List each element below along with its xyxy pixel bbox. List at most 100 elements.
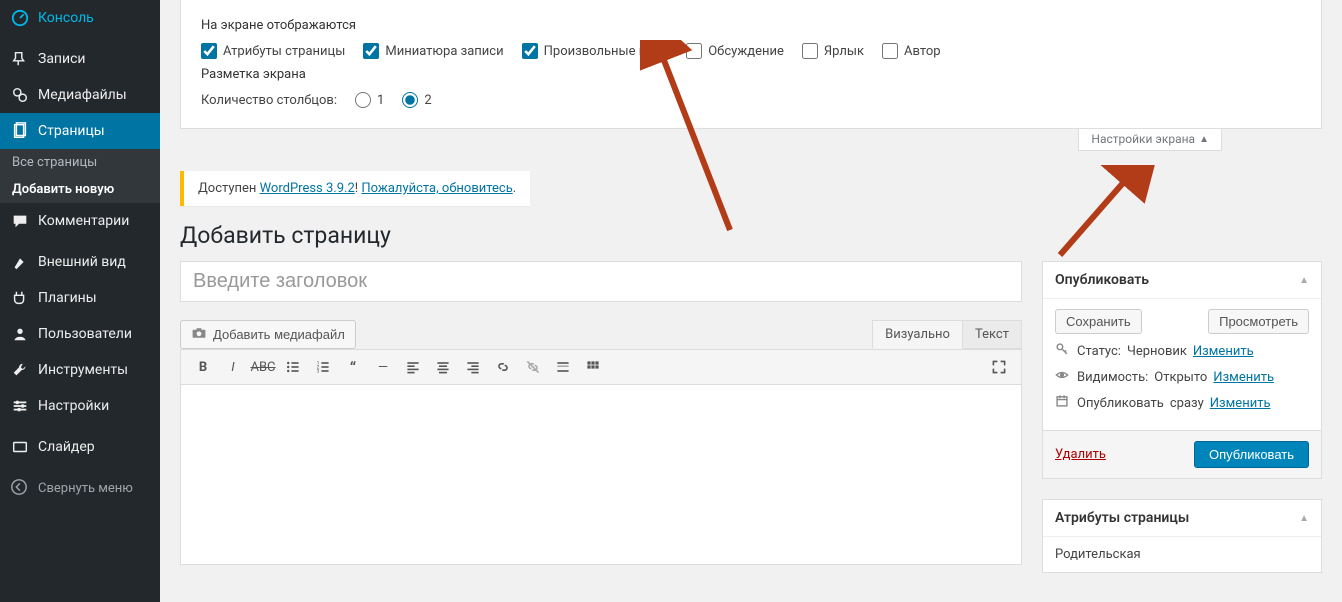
- screen-options-tab-label: Настройки экрана: [1091, 132, 1195, 146]
- content-area: На экране отображаются Атрибуты страницы…: [160, 0, 1342, 602]
- menu-label: Плагины: [38, 290, 97, 306]
- status-line: Статус: Черновик Изменить: [1055, 342, 1309, 360]
- chevron-up-icon: ▲: [1199, 134, 1209, 145]
- delete-link[interactable]: Удалить: [1055, 447, 1106, 462]
- menu-label: Консоль: [38, 10, 94, 26]
- edit-visibility-link[interactable]: Изменить: [1213, 370, 1274, 385]
- slider-icon: [10, 437, 30, 457]
- publish-button[interactable]: Опубликовать: [1194, 441, 1309, 468]
- menu-slider[interactable]: Слайдер: [0, 429, 160, 465]
- screen-options-tab[interactable]: Настройки экрана ▲: [1078, 129, 1222, 151]
- add-media-button[interactable]: Добавить медиафайл: [180, 320, 356, 349]
- strike-button[interactable]: ABC: [249, 354, 277, 380]
- preview-button[interactable]: Просмотреть: [1208, 309, 1309, 334]
- menu-label: Записи: [38, 51, 86, 67]
- columns-radio-1[interactable]: 1: [355, 92, 384, 108]
- publish-box-header[interactable]: Опубликовать ▲: [1043, 262, 1321, 299]
- media-icon: [10, 85, 30, 105]
- checkbox-author[interactable]: Автор: [882, 43, 941, 59]
- admin-sidebar: Консоль Записи Медиафайлы Страницы Все с…: [0, 0, 160, 602]
- blockquote-button[interactable]: “: [339, 354, 367, 380]
- calendar-icon: [1055, 394, 1071, 412]
- menu-plugins[interactable]: Плагины: [0, 280, 160, 316]
- submenu-pages: Все страницы Добавить новую: [0, 149, 160, 203]
- menu-label: Слайдер: [38, 439, 95, 455]
- editor-main: Добавить медиафайл Визуально Текст B I A…: [180, 261, 1022, 593]
- eye-icon: [1055, 368, 1071, 386]
- collapse-label: Свернуть меню: [38, 481, 133, 496]
- fullscreen-button[interactable]: [985, 354, 1013, 380]
- menu-posts[interactable]: Записи: [0, 41, 160, 77]
- add-media-label: Добавить медиафайл: [213, 327, 345, 342]
- columns-radio-2[interactable]: 2: [402, 92, 431, 108]
- menu-appearance[interactable]: Внешний вид: [0, 244, 160, 280]
- tools-icon: [10, 360, 30, 380]
- dashboard-icon: [10, 8, 30, 28]
- hr-button[interactable]: —: [369, 354, 397, 380]
- align-left-button[interactable]: [399, 354, 427, 380]
- align-right-button[interactable]: [459, 354, 487, 380]
- menu-pages[interactable]: Страницы: [0, 113, 160, 149]
- editor-content-area[interactable]: [180, 385, 1022, 565]
- checkbox-slug[interactable]: Ярлык: [802, 43, 864, 59]
- wordpress-version-link[interactable]: WordPress 3.9.2: [260, 181, 355, 196]
- edit-status-link[interactable]: Изменить: [1193, 344, 1254, 359]
- collapse-menu[interactable]: Свернуть меню: [0, 470, 160, 506]
- attributes-box-header[interactable]: Атрибуты страницы ▲: [1043, 500, 1321, 537]
- align-center-button[interactable]: [429, 354, 457, 380]
- chevron-up-icon: ▲: [1299, 275, 1309, 286]
- menu-label: Настройки: [38, 398, 109, 414]
- screen-options-tab-row: Настройки экрана ▲: [180, 129, 1322, 151]
- checkbox-discussion[interactable]: Обсуждение: [686, 43, 784, 59]
- comments-icon: [10, 211, 30, 231]
- update-notice: Доступен WordPress 3.9.2! Пожалуйста, об…: [180, 171, 530, 206]
- bullet-list-button[interactable]: [279, 354, 307, 380]
- menu-media[interactable]: Медиафайлы: [0, 77, 160, 113]
- menu-label: Внешний вид: [38, 254, 126, 270]
- more-button[interactable]: [549, 354, 577, 380]
- save-draft-button[interactable]: Сохранить: [1055, 309, 1142, 334]
- sidebar-right: Опубликовать ▲ Сохранить Просмотреть Ста…: [1042, 261, 1322, 593]
- menu-comments[interactable]: Комментарии: [0, 203, 160, 239]
- svg-text:3: 3: [317, 369, 320, 375]
- menu-label: Инструменты: [38, 362, 128, 378]
- tab-text[interactable]: Текст: [963, 320, 1022, 349]
- checkbox-custom-fields[interactable]: Произвольные поля: [522, 43, 669, 59]
- editor-tabs: Визуально Текст: [872, 320, 1022, 349]
- screen-options-panel: На экране отображаются Атрибуты страницы…: [180, 0, 1322, 129]
- numbered-list-button[interactable]: 123: [309, 354, 337, 380]
- menu-label: Медиафайлы: [38, 87, 127, 103]
- menu-settings[interactable]: Настройки: [0, 388, 160, 424]
- page-title: Добавить страницу: [180, 222, 1322, 249]
- parent-label: Родительская: [1055, 547, 1309, 562]
- unlink-button[interactable]: [519, 354, 547, 380]
- appearance-icon: [10, 252, 30, 272]
- tab-visual[interactable]: Визуально: [872, 320, 963, 349]
- checkbox-featured-image[interactable]: Миниатюра записи: [363, 43, 503, 59]
- settings-icon: [10, 396, 30, 416]
- screen-options-columns: Количество столбцов: 1 2: [201, 92, 1301, 108]
- pin-icon: [10, 49, 30, 69]
- submenu-all-pages[interactable]: Все страницы: [0, 149, 160, 176]
- columns-label: Количество столбцов:: [201, 93, 337, 108]
- bold-button[interactable]: B: [189, 354, 217, 380]
- screen-options-checkboxes: Атрибуты страницы Миниатюра записи Произ…: [201, 43, 1301, 59]
- update-link[interactable]: Пожалуйста, обновитесь: [361, 181, 512, 196]
- submenu-add-new[interactable]: Добавить новую: [0, 176, 160, 203]
- chevron-up-icon: ▲: [1299, 513, 1309, 524]
- post-title-input[interactable]: [180, 261, 1022, 302]
- menu-tools[interactable]: Инструменты: [0, 352, 160, 388]
- toolbar-toggle-button[interactable]: [579, 354, 607, 380]
- menu-dashboard[interactable]: Консоль: [0, 0, 160, 36]
- edit-schedule-link[interactable]: Изменить: [1210, 396, 1271, 411]
- pages-icon: [10, 121, 30, 141]
- link-button[interactable]: [489, 354, 517, 380]
- visibility-line: Видимость: Открыто Изменить: [1055, 368, 1309, 386]
- menu-label: Пользователи: [38, 326, 132, 342]
- menu-label: Комментарии: [38, 213, 129, 229]
- editor-toolbar: B I ABC 123 “ —: [180, 349, 1022, 385]
- schedule-line: Опубликовать сразу Изменить: [1055, 394, 1309, 412]
- italic-button[interactable]: I: [219, 354, 247, 380]
- menu-users[interactable]: Пользователи: [0, 316, 160, 352]
- checkbox-page-attributes[interactable]: Атрибуты страницы: [201, 43, 345, 59]
